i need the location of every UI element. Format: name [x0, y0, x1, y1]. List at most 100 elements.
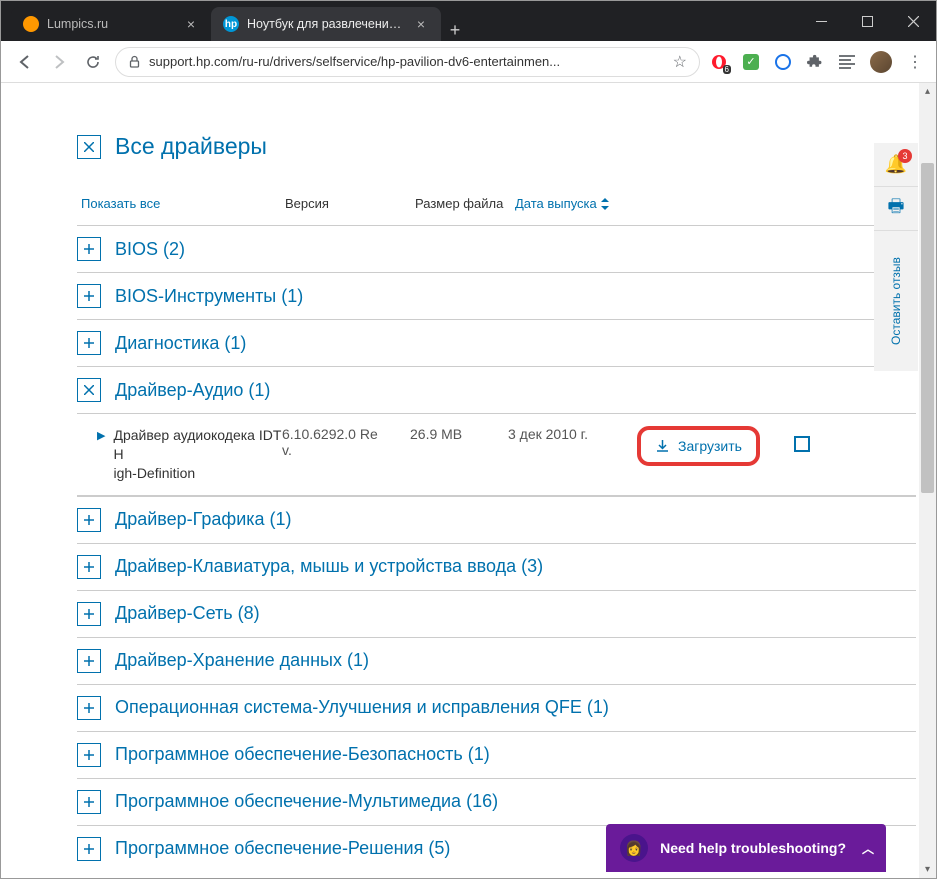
- plus-icon: [84, 338, 94, 348]
- category-row[interactable]: Драйвер-Графика (1): [77, 496, 916, 543]
- close-icon: [908, 16, 919, 27]
- browser-titlebar: Lumpics.ru × hp Ноутбук для развлечений …: [1, 1, 936, 41]
- category-row[interactable]: Программное обеспечение-Мультимедиа (16): [77, 778, 916, 825]
- expand-category-button[interactable]: [77, 696, 101, 720]
- category-row[interactable]: Диагностика (1): [77, 319, 916, 366]
- category-row[interactable]: Драйвер-Клавиатура, мышь и устройства вв…: [77, 543, 916, 590]
- driver-date: 3 дек 2010 г.: [508, 426, 633, 442]
- category-row[interactable]: BIOS (2): [77, 225, 916, 272]
- expand-category-button[interactable]: [77, 790, 101, 814]
- url-text: support.hp.com/ru-ru/drivers/selfservice…: [149, 54, 665, 69]
- close-tab-icon[interactable]: ×: [183, 16, 199, 32]
- help-chat-widget[interactable]: 👩 Need help troubleshooting? ︿: [606, 824, 886, 872]
- category-label: Драйвер-Графика (1): [115, 509, 292, 530]
- print-button[interactable]: 🖶: [874, 187, 918, 231]
- expand-category-button[interactable]: [77, 602, 101, 626]
- category-row[interactable]: BIOS-Инструменты (1): [77, 272, 916, 319]
- plus-icon: [84, 750, 94, 760]
- expand-driver-icon[interactable]: ▶: [97, 426, 105, 483]
- scrollbar-thumb[interactable]: [921, 163, 934, 493]
- category-label: Диагностика (1): [115, 333, 246, 354]
- category-row[interactable]: Операционная система-Улучшения и исправл…: [77, 684, 916, 731]
- extensions-menu-icon[interactable]: [806, 53, 824, 71]
- puzzle-icon: [807, 54, 823, 70]
- lock-icon: [128, 55, 141, 68]
- browser-toolbar: support.hp.com/ru-ru/drivers/selfservice…: [1, 41, 936, 83]
- extension-checkmark-icon[interactable]: ✓: [742, 53, 760, 71]
- expand-category-button[interactable]: [77, 555, 101, 579]
- plus-icon: [84, 656, 94, 666]
- expand-category-button[interactable]: [77, 331, 101, 355]
- nav-reload-button[interactable]: [81, 50, 105, 74]
- favicon-hp: hp: [223, 16, 239, 32]
- profile-avatar[interactable]: [870, 51, 892, 73]
- show-all-link[interactable]: Показать все: [81, 196, 160, 211]
- plus-icon: [84, 562, 94, 572]
- extension-globe-icon[interactable]: [774, 53, 792, 71]
- category-label: Драйвер-Клавиатура, мышь и устройства вв…: [115, 556, 543, 577]
- feedback-button[interactable]: Оставить отзыв: [874, 231, 918, 371]
- driver-row: ▶ Драйвер аудиокодека IDT High-Definitio…: [77, 413, 916, 496]
- plus-icon: [84, 515, 94, 525]
- select-driver-checkbox[interactable]: [794, 436, 810, 452]
- category-row[interactable]: Драйвер-Сеть (8): [77, 590, 916, 637]
- expand-category-button[interactable]: [77, 378, 101, 402]
- address-bar[interactable]: support.hp.com/ru-ru/drivers/selfservice…: [115, 47, 700, 77]
- expand-category-button[interactable]: [77, 649, 101, 673]
- arrow-left-icon: [17, 54, 33, 70]
- plus-icon: [84, 703, 94, 713]
- column-size: Размер файла: [415, 196, 515, 211]
- column-date-sort[interactable]: Дата выпуска: [515, 196, 655, 211]
- download-label: Загрузить: [678, 438, 742, 454]
- category-row[interactable]: Драйвер-Аудио (1): [77, 366, 916, 413]
- maximize-icon: [862, 16, 873, 27]
- star-icon[interactable]: ☆: [673, 52, 687, 72]
- expand-category-button[interactable]: [77, 237, 101, 261]
- window-minimize-button[interactable]: [798, 1, 844, 41]
- window-close-button[interactable]: [890, 1, 936, 41]
- driver-name[interactable]: Драйвер аудиокодека IDT High-Definition: [113, 426, 282, 483]
- category-row[interactable]: Драйвер-Хранение данных (1): [77, 637, 916, 684]
- extension-badge: 6: [723, 65, 731, 74]
- expand-category-button[interactable]: [77, 508, 101, 532]
- plus-icon: [84, 797, 94, 807]
- download-button[interactable]: Загрузить: [637, 426, 760, 466]
- browser-menu-button[interactable]: ⋮: [906, 53, 924, 71]
- category-row[interactable]: Программное обеспечение-Безопасность (1): [77, 731, 916, 778]
- nav-forward-button[interactable]: [47, 50, 71, 74]
- collapse-all-button[interactable]: [77, 135, 101, 159]
- arrow-right-icon: [51, 54, 67, 70]
- extension-opera-icon[interactable]: 6: [710, 53, 728, 71]
- nav-back-button[interactable]: [13, 50, 37, 74]
- category-label: Драйвер-Аудио (1): [115, 380, 270, 401]
- expand-category-button[interactable]: [77, 284, 101, 308]
- tab-title: Ноутбук для развлечений HP Pa: [247, 17, 405, 31]
- category-label: BIOS (2): [115, 239, 185, 260]
- printer-icon: 🖶: [888, 194, 905, 224]
- category-label: Драйвер-Хранение данных (1): [115, 650, 369, 671]
- reading-list-icon[interactable]: [838, 53, 856, 71]
- browser-tab-active[interactable]: hp Ноутбук для развлечений HP Pa ×: [211, 7, 441, 41]
- notifications-button[interactable]: 🔔 3: [874, 143, 918, 187]
- window-maximize-button[interactable]: [844, 1, 890, 41]
- chat-avatar-icon: 👩: [620, 834, 648, 862]
- tab-title: Lumpics.ru: [47, 17, 175, 31]
- plus-icon: [84, 291, 94, 301]
- category-label: Операционная система-Улучшения и исправл…: [115, 697, 609, 718]
- scroll-up-icon[interactable]: ▴: [919, 83, 936, 100]
- vertical-scrollbar[interactable]: ▴ ▾: [919, 83, 936, 878]
- plus-icon: [84, 244, 94, 254]
- close-tab-icon[interactable]: ×: [413, 16, 429, 32]
- browser-tab-inactive[interactable]: Lumpics.ru ×: [11, 7, 211, 41]
- favicon-lumpics: [23, 16, 39, 32]
- driver-size: 26.9 MB: [410, 426, 508, 442]
- minimize-icon: [816, 21, 827, 22]
- scroll-down-icon[interactable]: ▾: [919, 861, 936, 878]
- sort-icon: [601, 198, 609, 210]
- expand-category-button[interactable]: [77, 743, 101, 767]
- new-tab-button[interactable]: +: [441, 20, 469, 41]
- expand-category-button[interactable]: [77, 837, 101, 861]
- category-label: Драйвер-Сеть (8): [115, 603, 260, 624]
- check-icon: ✓: [743, 54, 759, 70]
- chat-label: Need help troubleshooting?: [660, 840, 846, 856]
